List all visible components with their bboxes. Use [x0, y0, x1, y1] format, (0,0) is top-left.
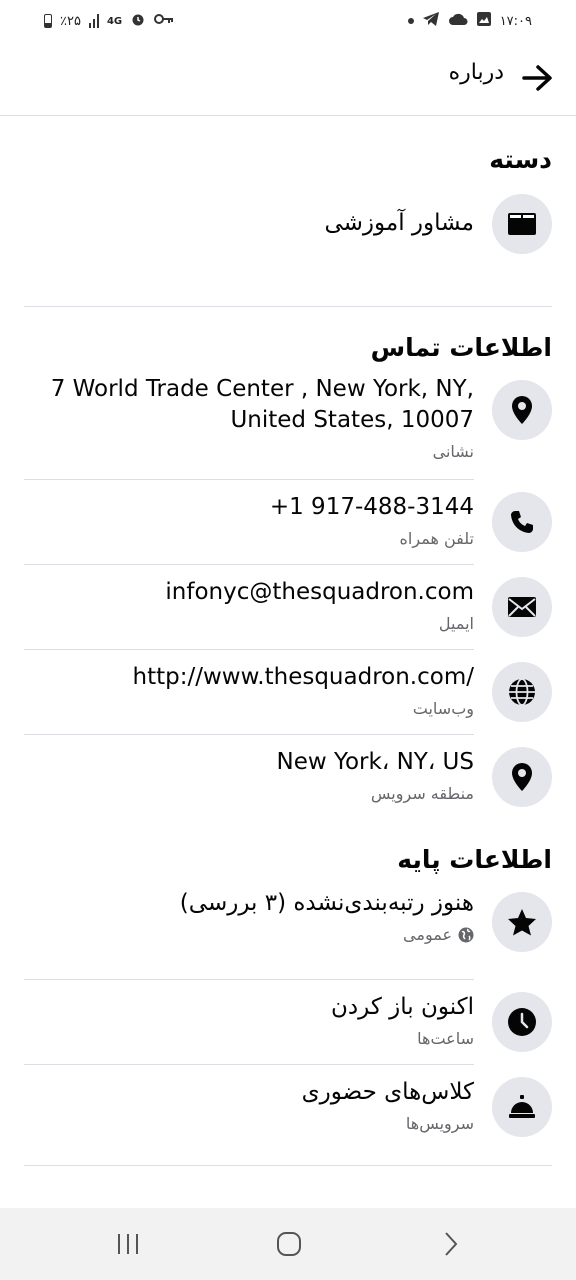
page-header: درباره: [0, 40, 576, 116]
envelope-icon: [508, 597, 536, 617]
telegram-icon: [422, 11, 440, 31]
star-icon: [508, 909, 536, 936]
category-section-title: دسته: [489, 145, 552, 174]
battery-icon: [44, 14, 52, 28]
basic-hours-row[interactable]: اکنون باز کردن ساعت‌ها: [24, 980, 552, 1065]
category-value: مشاور آموزشی: [324, 210, 474, 236]
hours-icon-circle: [492, 992, 552, 1052]
clock-time: ۱۷:۰۹: [499, 13, 532, 29]
status-right: ۱۷:۰۹: [407, 10, 532, 32]
address-label: نشانی: [432, 442, 474, 461]
book-icon: [508, 213, 536, 235]
hours-value: اکنون باز کردن: [331, 994, 474, 1020]
services-value: کلاس‌های حضوری: [301, 1079, 474, 1105]
recent-apps-icon: [118, 1234, 138, 1254]
location-pin-icon: [512, 763, 532, 791]
phone-label: تلفن همراه: [399, 529, 474, 548]
page-title: درباره: [448, 60, 504, 85]
home-button[interactable]: [265, 1226, 313, 1262]
home-icon: [277, 1232, 301, 1256]
phone-value: +1 917-488-3144: [269, 494, 474, 520]
service-bell-icon: [509, 1095, 535, 1118]
section-divider: [24, 1165, 552, 1166]
network-type: 4G: [106, 15, 123, 27]
location-pin-icon: [512, 396, 532, 424]
website-value: http://www.thesquadron.com/: [132, 664, 474, 690]
battery-level: ٪۲۵: [60, 13, 81, 29]
service-area-value: New York، NY، US: [276, 749, 474, 775]
rating-value: هنوز رتبه‌بندی‌نشده (۳ بررسی): [179, 890, 474, 916]
notification-dot-icon: [407, 18, 414, 24]
globe-small-icon: [458, 927, 474, 942]
email-icon-circle: [492, 577, 552, 637]
alarm-icon: [130, 11, 146, 31]
website-label: وب‌سایت: [412, 699, 474, 718]
basic-services-row[interactable]: کلاس‌های حضوری سرویس‌ها: [24, 1065, 552, 1165]
address-value: 7 World Trade Center , New York, NY, Uni…: [50, 376, 474, 433]
clock-icon: [508, 1008, 536, 1036]
phone-icon: [511, 511, 533, 533]
contact-website-row[interactable]: http://www.thesquadron.com/ وب‌سایت: [24, 650, 552, 735]
rating-sub: عمومی: [24, 925, 474, 944]
contact-section-title: اطلاعات تماس: [370, 333, 552, 362]
service-area-icon-circle: [492, 747, 552, 807]
signal-icon: [88, 14, 99, 28]
rating-label: عمومی: [403, 925, 452, 944]
phone-icon-circle: [492, 492, 552, 552]
section-divider: [24, 306, 552, 307]
website-icon-circle: [492, 662, 552, 722]
basic-section-title: اطلاعات پایه: [397, 845, 552, 874]
contact-phone-row[interactable]: +1 917-488-3144 تلفن همراه: [24, 480, 552, 565]
arrow-right-icon: [522, 65, 552, 91]
recent-apps-button[interactable]: [104, 1226, 152, 1262]
contact-email-row[interactable]: infonyc@thesquadron.com ایمیل: [24, 565, 552, 650]
cloud-icon: [448, 12, 468, 30]
chevron-right-icon: [445, 1232, 458, 1256]
contact-service-area-row[interactable]: New York، NY، US منطقه سرویس: [24, 735, 552, 823]
service-area-label: منطقه سرویس: [370, 784, 474, 803]
category-icon-circle: [492, 194, 552, 254]
back-button[interactable]: [514, 54, 562, 102]
category-row[interactable]: مشاور آموزشی: [24, 194, 552, 290]
key-icon: [154, 12, 174, 30]
basic-rating-row[interactable]: هنوز رتبه‌بندی‌نشده (۳ بررسی) عمومی: [24, 890, 552, 980]
back-nav-button[interactable]: [426, 1226, 474, 1262]
status-left: ٪۲۵ 4G: [44, 10, 174, 32]
services-icon-circle: [492, 1077, 552, 1137]
address-icon-circle: [492, 380, 552, 440]
globe-icon: [509, 678, 535, 706]
image-icon: [476, 11, 492, 31]
system-navigation-bar: [0, 1208, 576, 1280]
email-label: ایمیل: [438, 614, 474, 633]
contact-address-row[interactable]: 7 World Trade Center , New York, NY, Uni…: [24, 376, 552, 480]
status-bar: ٪۲۵ 4G ۱۷:۰۹: [0, 0, 576, 40]
email-value: infonyc@thesquadron.com: [165, 579, 474, 605]
rating-icon-circle: [492, 892, 552, 952]
services-label: سرویس‌ها: [405, 1114, 474, 1133]
about-content: دسته مشاور آموزشی اطلاعات تماس 7 World T…: [24, 117, 552, 1166]
hours-label: ساعت‌ها: [417, 1029, 474, 1048]
